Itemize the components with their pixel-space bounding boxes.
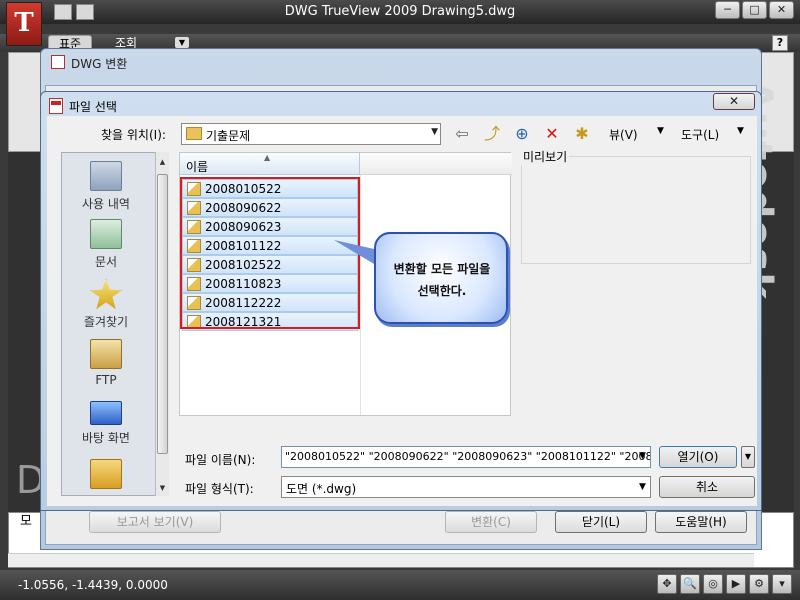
help-icon[interactable]: ? <box>772 35 788 51</box>
place-history[interactable]: 사용 내역 <box>66 161 146 212</box>
settings-icon[interactable]: ⚙ <box>749 574 769 594</box>
maximize-button[interactable]: □ <box>742 1 767 19</box>
ribbon-dropdown-icon[interactable]: ▼ <box>175 37 189 48</box>
place-label: 즐겨찾기 <box>83 315 129 329</box>
showmotion-icon[interactable]: ▶ <box>726 574 746 594</box>
dialog-toolbar: ⇦ ⤴ ⊕ ✕ ✱ <box>452 124 592 144</box>
column-header-empty[interactable] <box>360 153 512 175</box>
status-tray: ✥ 🔍 ◎ ▶ ⚙ ▾ <box>657 574 792 594</box>
favorites-icon <box>90 279 122 309</box>
place-label: 사용 내역 <box>82 197 130 211</box>
command-label: 모 <box>20 514 32 529</box>
app-logo[interactable]: T <box>6 2 42 46</box>
help-button[interactable]: 도움말(H) <box>655 511 747 533</box>
chevron-down-icon: ▼ <box>431 127 438 137</box>
filetype-label: 파일 형식(T): <box>185 482 254 496</box>
window-controls: ─ □ ✕ <box>715 1 794 19</box>
horizontal-scrollbar[interactable] <box>8 553 754 567</box>
back-icon[interactable]: ⇦ <box>452 124 472 144</box>
chevron-down-icon[interactable]: ▼ <box>639 451 646 461</box>
history-icon <box>90 161 122 191</box>
preview-label: 미리보기 <box>521 148 570 165</box>
close-window-button[interactable]: ✕ <box>769 1 794 19</box>
desktop-icon <box>90 401 122 425</box>
steering-wheel-icon[interactable]: ◎ <box>703 574 723 594</box>
callout-line-1: 변환할 모든 파일을 <box>393 262 491 276</box>
dialog-title: 파일 선택 <box>69 100 117 114</box>
delete-icon[interactable]: ✕ <box>542 124 562 144</box>
chevron-down-icon[interactable]: ▾ <box>772 574 792 594</box>
convert-title: DWG 변환 <box>71 57 128 71</box>
app-titlebar: DWG TrueView 2009 Drawing5.dwg ─ □ ✕ <box>0 0 800 24</box>
coordinates-readout: -1.0556, -1.4439, 0.0000 <box>18 578 168 592</box>
chevron-down-icon[interactable]: ▼ <box>737 126 744 136</box>
filename-label: 파일 이름(N): <box>185 453 256 467</box>
column-divider <box>360 175 361 415</box>
place-ftp[interactable]: FTP <box>66 339 146 387</box>
up-folder-icon[interactable]: ⤴ <box>482 124 502 144</box>
selection-highlight-box <box>180 177 360 329</box>
lookin-select[interactable]: 기출문제 ▼ <box>181 123 441 145</box>
places-bar: 사용 내역 문서 즐겨찾기 FTP 바탕 화면 <box>61 152 169 496</box>
app-title: DWG TrueView 2009 Drawing5.dwg <box>284 4 516 19</box>
scroll-down-icon[interactable]: ▼ <box>157 482 168 494</box>
tools-menu[interactable]: 도구(L) <box>681 126 719 143</box>
lookin-label: 찾을 위치(I): <box>101 128 166 142</box>
open-options-button[interactable]: ▼ <box>741 446 755 468</box>
zoom-icon[interactable]: 🔍 <box>680 574 700 594</box>
new-folder-icon[interactable]: ✱ <box>572 124 592 144</box>
ftp-icon <box>90 339 122 369</box>
dialog-close-button[interactable]: ✕ <box>713 93 755 110</box>
place-favorites[interactable]: 즐겨찾기 <box>66 279 146 330</box>
view-menu[interactable]: 뷰(V) <box>609 126 638 143</box>
callout-line-2: 선택한다. <box>417 284 467 298</box>
callout-text: 변환할 모든 파일을 선택한다. <box>378 258 506 302</box>
lookin-value: 기출문제 <box>206 129 251 143</box>
minimize-button[interactable]: ─ <box>715 1 740 19</box>
cancel-button[interactable]: 취소 <box>659 476 755 498</box>
filename-input[interactable]: "2008010522" "2008090622" "2008090623" "… <box>281 446 651 468</box>
place-documents[interactable]: 문서 <box>66 219 146 270</box>
open-button[interactable]: 열기(O) <box>659 446 737 468</box>
scroll-thumb[interactable] <box>157 174 168 454</box>
convert-button[interactable]: 변환(C) <box>445 511 537 533</box>
preview-box <box>521 156 751 264</box>
place-folder[interactable] <box>66 459 146 489</box>
places-scrollbar[interactable]: ▲ ▼ <box>155 152 169 496</box>
folder-icon <box>90 459 122 489</box>
column-name-label: 이름 <box>186 160 209 174</box>
folder-icon <box>186 127 202 140</box>
dwg-icon <box>49 98 63 114</box>
pan-icon[interactable]: ✥ <box>657 574 677 594</box>
place-desktop[interactable]: 바탕 화면 <box>66 401 146 446</box>
chevron-down-icon[interactable]: ▼ <box>657 126 664 136</box>
place-label: FTP <box>95 373 117 387</box>
place-label: 문서 <box>94 255 118 269</box>
filetype-select[interactable]: 도면 (*.dwg) <box>281 476 651 498</box>
close-button[interactable]: 닫기(L) <box>555 511 647 533</box>
sort-ascending-icon: ▲ <box>264 153 271 162</box>
dwg-icon <box>51 55 65 69</box>
column-header-name[interactable]: 이름 ▲ <box>180 153 360 175</box>
place-label: 바탕 화면 <box>82 431 130 445</box>
view-report-button[interactable]: 보고서 보기(V) <box>89 511 221 533</box>
documents-icon <box>90 219 122 249</box>
chevron-down-icon[interactable]: ▼ <box>639 482 646 492</box>
scroll-up-icon[interactable]: ▲ <box>157 156 168 168</box>
search-icon[interactable]: ⊕ <box>512 124 532 144</box>
